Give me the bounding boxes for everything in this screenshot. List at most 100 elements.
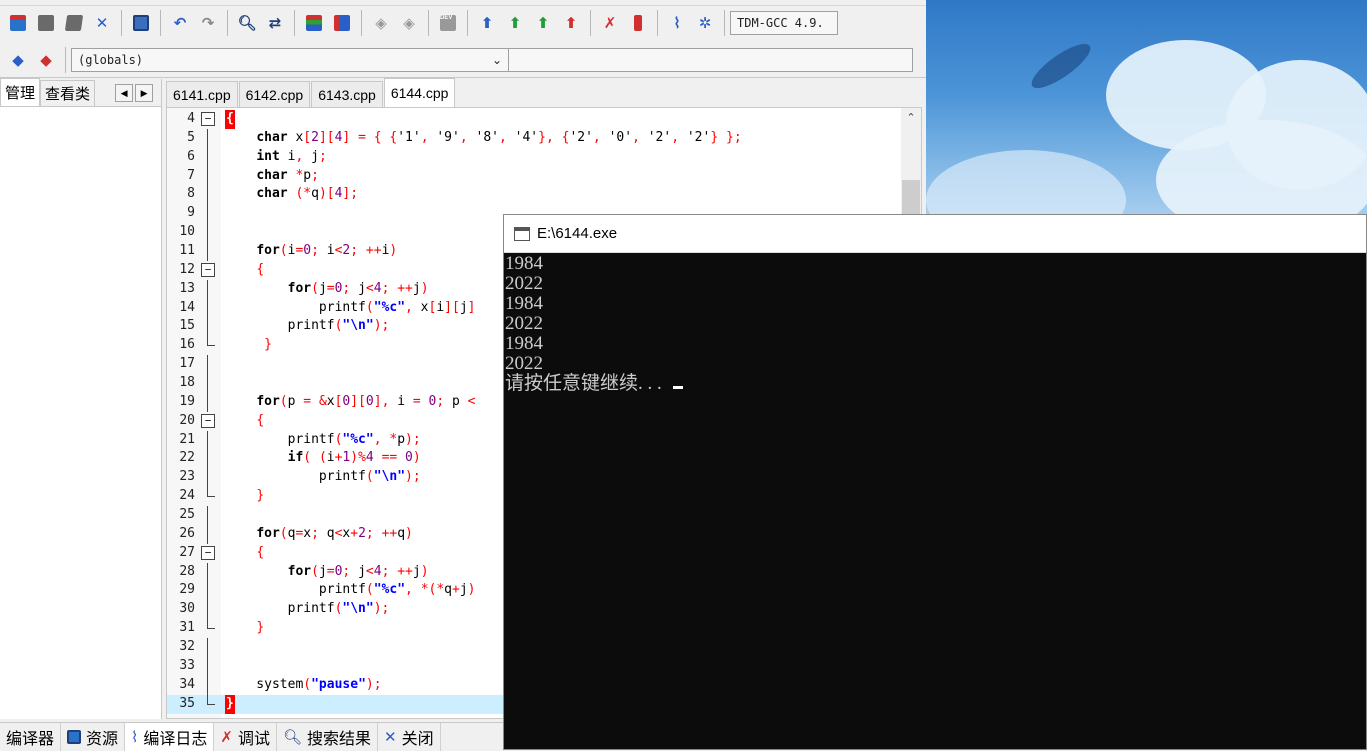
console-app-icon [514,226,530,241]
tab-search-results[interactable]: 🔍︎ 搜索结果 [277,722,379,751]
toolbar-separator [361,10,362,36]
tab-close-label: 关闭 [401,730,434,748]
compile-run-icon[interactable]: ⬆ [531,11,555,35]
file-tab-active[interactable]: 6144.cpp [383,78,456,107]
console-title-bar[interactable]: E:\6144.exe [504,215,1366,253]
undo-icon[interactable]: ↶ [168,11,192,35]
file-tab[interactable]: 6141.cpp [166,81,238,107]
toolbar-separator [590,10,591,36]
code-line[interactable]: 7 char *p; [167,166,921,186]
wallpaper-cloud [926,150,1126,214]
fold-end-marker [207,336,215,347]
tab-debug[interactable]: ✗ 调试 [214,722,277,751]
fold-line-marker [207,166,208,186]
tab-compile-log[interactable]: ⌇ 编译日志 [125,722,215,751]
stop-execution-icon[interactable] [626,11,650,35]
code-text: printf("\n"); [225,318,390,334]
console-line: 1984 [505,253,543,274]
code-line[interactable]: 6 int i, j; [167,147,921,167]
fold-line-marker [207,317,208,337]
line-number: 14 [179,299,195,315]
console-line: 1984 [505,293,543,314]
compiler-select[interactable]: TDM-GCC 4.9. [730,11,838,35]
rebuild-all-icon[interactable]: ⬆ [559,11,583,35]
fold-end-marker [207,694,215,705]
line-number: 15 [179,318,195,334]
line-number: 7 [187,167,195,183]
print-icon[interactable] [129,11,153,35]
close-icon: ✕ [384,728,397,746]
line-number: 26 [179,525,195,541]
code-text: for(p = &x[0][0], i = 0; p < [256,393,476,409]
code-line[interactable]: 4−{ [167,110,921,129]
tab-scroll-left-icon[interactable]: ◀ [115,84,134,102]
save-all-icon[interactable] [62,11,86,35]
tab-close[interactable]: ✕ 关闭 [378,722,441,751]
tab-scroll-right-icon[interactable]: ▶ [135,84,154,102]
find-icon[interactable]: 🔍︎ [235,11,259,35]
code-text: } [256,488,265,504]
console-output[interactable]: 1984 2022 1984 2022 1984 2022 请按任意键继续. .… [504,253,1366,394]
console-window[interactable]: E:\6144.exe 1984 2022 1984 2022 1984 202… [503,214,1367,750]
console-title: E:\6144.exe [537,225,618,242]
fold-toggle-icon[interactable]: − [201,112,215,126]
debug-icon[interactable]: ✗ [598,11,622,35]
indent-icon[interactable] [302,11,326,35]
code-text: for(j=0; j<4; ++j) [287,563,429,579]
code-text: } [256,620,265,636]
profile-icon[interactable]: ⌇ [665,11,689,35]
code-line[interactable]: 8 char (*q)[4]; [167,185,921,205]
tab-manage[interactable]: 管理 [0,78,41,106]
toolbar-separator [724,10,725,36]
scroll-up-icon[interactable]: ⌃ [901,108,921,126]
code-text: int i, j; [256,148,327,164]
save-icon[interactable] [34,11,58,35]
tab-class-view[interactable]: 查看类 [40,80,96,106]
toggle-bookmark-icon[interactable]: ◆ [34,48,58,72]
fold-line-marker [207,223,208,243]
members-select[interactable] [509,47,913,72]
remove-from-project-icon[interactable]: ◈ [397,11,421,35]
run-icon[interactable]: ⬆ [503,11,527,35]
new-file-icon[interactable] [6,11,30,35]
add-to-project-icon[interactable]: ◈ [369,11,393,35]
line-number: 20 [179,412,195,428]
compile-icon[interactable]: ⬆ [475,11,499,35]
project-options-icon[interactable]: DEV [436,11,460,35]
console-line: 2022 [505,313,543,334]
fold-toggle-icon[interactable]: − [201,545,215,560]
code-text: { [225,110,235,129]
replace-icon[interactable]: ⇄ [263,11,287,35]
fold-line-marker [207,524,208,544]
chevron-down-icon: ⌄ [491,52,502,67]
fold-toggle-icon[interactable]: − [201,262,215,277]
debug-icon: ✗ [220,728,233,746]
fold-line-marker [207,430,208,450]
fold-line-marker [207,147,208,167]
line-number: 24 [179,488,195,504]
close-file-icon[interactable]: ✕ [90,11,114,35]
secondary-toolbar: ◆ ◆ (globals) ⌄ [0,42,926,78]
fold-toggle-icon[interactable]: − [201,413,215,428]
code-text: printf("\n"); [225,601,390,617]
fold-line-marker [207,600,208,620]
toolbar-separator [428,10,429,36]
console-line: 2022 [505,273,543,294]
toolbar-separator [121,10,122,36]
redo-icon[interactable]: ↷ [196,11,220,35]
tab-resources[interactable]: 资源 [61,722,126,751]
line-number: 4 [187,111,195,126]
delete-profile-icon[interactable]: ✲ [693,11,717,35]
file-tab[interactable]: 6142.cpp [238,81,311,107]
fold-line-marker [207,656,208,676]
line-number: 13 [179,280,195,296]
code-line[interactable]: 5 char x[2][4] = { {'1', '9', '8', '4'},… [167,128,921,148]
toolbar-separator [294,10,295,36]
insert-icon[interactable]: ◆ [6,48,30,72]
toolbar-separator [227,10,228,36]
unindent-icon[interactable] [330,11,354,35]
file-tab[interactable]: 6143.cpp [311,81,383,107]
search-results-icon: 🔍︎ [282,728,303,746]
globals-select[interactable]: (globals) ⌄ [71,47,509,72]
tab-compiler[interactable]: 编译器 [0,722,62,751]
